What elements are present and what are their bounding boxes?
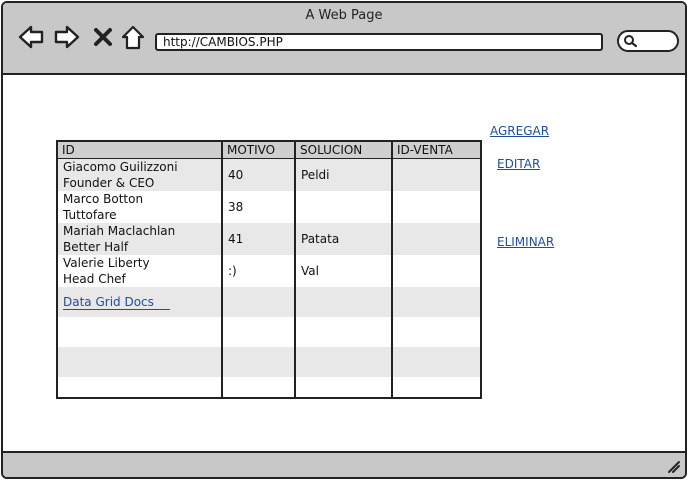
table-row-empty <box>58 377 480 397</box>
cell-motivo: 41 <box>228 232 244 246</box>
table-row[interactable]: Giacomo Guilizzoni Founder & CEO 40 Peld… <box>58 159 480 191</box>
cell-id-venta <box>393 255 480 287</box>
cell-id: Data Grid Docs <box>58 287 222 317</box>
col-header-solucion: SOLUCION <box>300 143 363 157</box>
cell-id-venta <box>393 191 480 223</box>
row-name: Mariah Maclachlan <box>63 224 176 238</box>
browser-titlebar: A Web Page http://CAMBIOS.PHP <box>3 3 685 75</box>
row-name: Marco Botton <box>63 192 144 206</box>
cell-id: Giacomo Guilizzoni Founder & CEO <box>58 159 222 191</box>
cell-solucion: Val <box>301 264 319 278</box>
data-grid-docs-link[interactable]: Data Grid Docs <box>63 295 170 310</box>
row-name: Valerie Liberty <box>63 256 150 270</box>
cell-motivo: 38 <box>228 200 244 214</box>
col-header-motivo: MOTIVO <box>227 143 276 157</box>
cell-solucion <box>296 191 392 223</box>
search-icon <box>624 35 637 48</box>
col-header-id: ID <box>62 143 75 157</box>
browser-window: A Web Page http://CAMBIOS.PHP ID MOTIVO … <box>1 1 687 479</box>
grid-header: ID MOTIVO SOLUCION ID-VENTA <box>58 142 480 159</box>
home-icon[interactable] <box>119 23 147 51</box>
cell-id: Mariah Maclachlan Better Half <box>58 223 222 255</box>
eliminar-link[interactable]: ELIMINAR <box>497 235 554 249</box>
row-title: Better Half <box>63 240 129 254</box>
agregar-link[interactable]: AGREGAR <box>490 124 549 138</box>
url-input[interactable]: http://CAMBIOS.PHP <box>155 33 603 51</box>
table-row[interactable]: Mariah Maclachlan Better Half 41 Patata <box>58 223 480 255</box>
search-box[interactable] <box>617 30 679 52</box>
resize-grip-icon[interactable] <box>665 458 681 474</box>
back-arrow-icon[interactable] <box>17 23 45 51</box>
browser-statusbar <box>3 451 685 477</box>
col-header-id-venta: ID-VENTA <box>397 143 453 157</box>
forward-arrow-icon[interactable] <box>53 23 81 51</box>
data-grid: ID MOTIVO SOLUCION ID-VENTA Giacomo Guil… <box>56 140 482 399</box>
cell-motivo: :) <box>228 264 237 278</box>
table-row[interactable]: Valerie Liberty Head Chef :) Val <box>58 255 480 287</box>
cell-id: Valerie Liberty Head Chef <box>58 255 222 287</box>
row-title: Head Chef <box>63 272 126 286</box>
cell-id-venta <box>393 223 480 255</box>
table-row[interactable]: Marco Botton Tuttofare 38 <box>58 191 480 223</box>
cell-id-venta <box>393 159 480 191</box>
column-divider <box>294 142 296 397</box>
row-title: Founder & CEO <box>63 176 155 190</box>
table-row-empty <box>58 347 480 377</box>
row-title: Tuttofare <box>63 208 117 222</box>
cell-solucion: Patata <box>301 232 340 246</box>
close-x-icon[interactable] <box>89 23 117 51</box>
column-divider <box>221 142 223 397</box>
table-row-empty <box>58 317 480 347</box>
column-divider <box>391 142 393 397</box>
window-title: A Web Page <box>305 8 383 23</box>
row-name: Giacomo Guilizzoni <box>63 160 178 174</box>
editar-link[interactable]: EDITAR <box>497 157 540 171</box>
cell-id: Marco Botton Tuttofare <box>58 191 222 223</box>
cell-solucion: Peldi <box>301 168 330 182</box>
table-row[interactable]: Data Grid Docs <box>58 287 480 317</box>
cell-motivo: 40 <box>228 168 244 182</box>
